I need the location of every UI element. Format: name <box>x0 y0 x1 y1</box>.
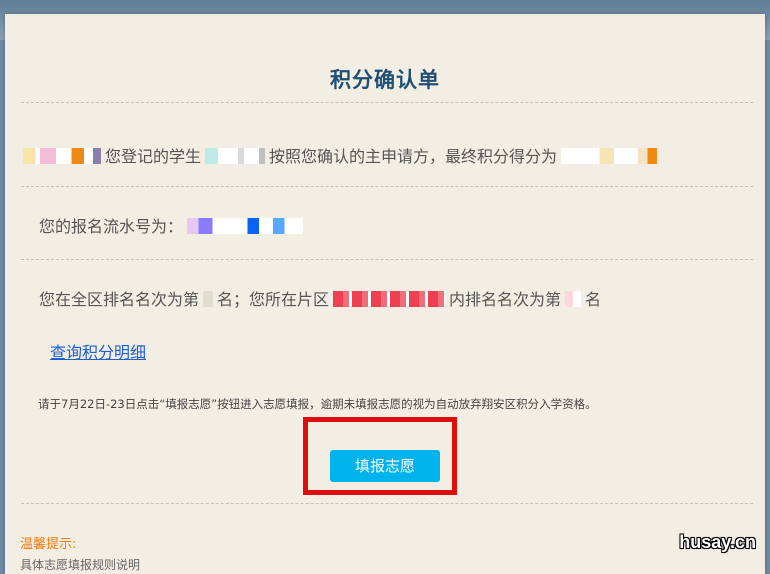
rank-text-4: 名 <box>585 290 602 309</box>
serial-line: 您的报名流水号为： <box>39 213 307 237</box>
rank-text-3: 内排名名次为第 <box>449 290 562 309</box>
score-line-text-2: 按照您确认的主申请方，最终积分得分为 <box>269 147 558 166</box>
rank-line: 您在全区排名名次为第 名；您所在片区 内排名名次为第 名 <box>39 286 601 310</box>
masked-student-name <box>205 148 266 164</box>
watermark-logo: husay.cn <box>679 532 756 552</box>
divider <box>21 503 753 504</box>
serial-label: 您的报名流水号为： <box>39 217 184 236</box>
page-title: 积分确认单 <box>330 68 440 92</box>
divider <box>21 102 753 103</box>
masked-area-rank <box>565 291 582 307</box>
query-score-details-link[interactable]: 查询积分明细 <box>50 339 146 363</box>
masked-district-rank <box>203 291 214 307</box>
score-line-text-1: 您登记的学生 <box>105 147 202 166</box>
fill-preference-button[interactable]: 填报志愿 <box>330 450 440 482</box>
tips-title: 温馨提示: <box>20 537 77 552</box>
masked-serial-number <box>187 218 304 234</box>
notice-text: 请于7月22日-23日点击“填报志愿”按钮进入志愿填报，逾期未填报志愿的视为自动… <box>38 397 597 411</box>
tips-text: 具体志愿填报规则说明 <box>20 558 141 572</box>
masked-area-name <box>333 291 446 307</box>
rank-text-2: 名；您所在片区 <box>217 290 330 309</box>
score-line: 您登记的学生 按照您确认的主申请方，最终积分得分为 <box>19 143 661 167</box>
masked-applicant <box>23 148 101 164</box>
divider <box>21 259 753 260</box>
rank-text-1: 您在全区排名名次为第 <box>39 290 200 309</box>
masked-score <box>561 148 658 164</box>
divider <box>21 186 753 187</box>
